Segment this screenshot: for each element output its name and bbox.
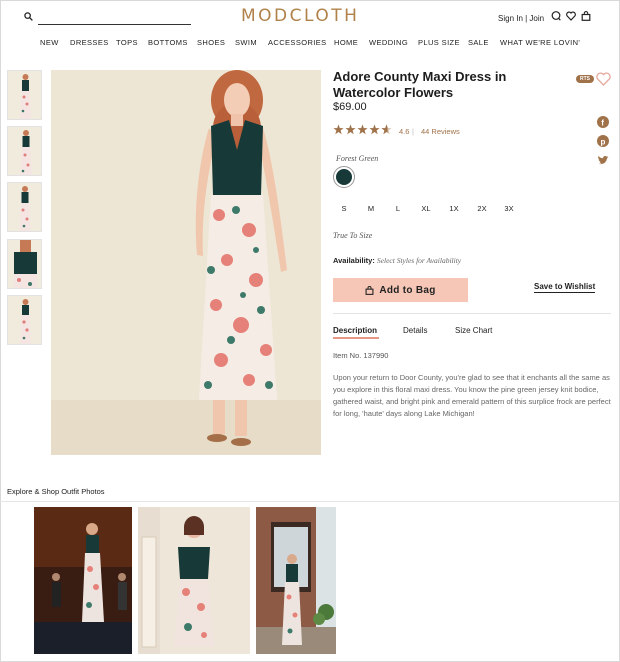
main-nav: NEW DRESSES TOPS BOTTOMS SHOES SWIM ACCE… xyxy=(0,38,620,50)
product-thumbnail[interactable] xyxy=(7,182,42,232)
nav-what-were-lovin[interactable]: WHAT WE'RE LOVIN' xyxy=(500,38,580,47)
product-title: Adore County Maxi Dress in Watercolor Fl… xyxy=(333,69,507,100)
fit-info: True To Size xyxy=(333,231,373,240)
nav-accessories[interactable]: ACCESSORIES xyxy=(268,38,327,47)
product-thumbnail[interactable] xyxy=(7,126,42,176)
size-option-3x[interactable]: 3X xyxy=(497,204,521,213)
chat-icon[interactable] xyxy=(551,11,561,21)
product-price: $69.00 xyxy=(333,101,367,113)
save-to-wishlist-link[interactable]: Save to Wishlist xyxy=(534,282,596,293)
star-icon xyxy=(333,124,344,135)
divider xyxy=(333,313,611,314)
outfit-photo[interactable] xyxy=(138,507,250,654)
add-to-bag-label: Add to Bag xyxy=(379,284,436,296)
rating-separator: | xyxy=(412,127,414,136)
nav-swim[interactable]: SWIM xyxy=(235,38,257,47)
size-option-1x[interactable]: 1X xyxy=(442,204,466,213)
divider xyxy=(0,501,620,502)
product-thumbnail[interactable] xyxy=(7,295,42,345)
search-input[interactable] xyxy=(38,24,191,25)
search-icon xyxy=(24,12,33,21)
nav-dresses[interactable]: DRESSES xyxy=(70,38,109,47)
tab-size-chart[interactable]: Size Chart xyxy=(455,326,492,335)
facebook-icon[interactable]: f xyxy=(597,116,609,128)
nav-tops[interactable]: TOPS xyxy=(116,38,138,47)
star-icon xyxy=(369,124,380,135)
nav-home[interactable]: HOME xyxy=(334,38,358,47)
nav-new[interactable]: NEW xyxy=(40,38,59,47)
nav-wedding[interactable]: WEDDING xyxy=(369,38,408,47)
svg-text:p: p xyxy=(601,138,606,147)
outfit-photo[interactable] xyxy=(256,507,336,654)
nav-shoes[interactable]: SHOES xyxy=(197,38,225,47)
star-icon xyxy=(345,124,356,135)
bag-icon xyxy=(365,285,374,295)
size-option-xl[interactable]: XL xyxy=(414,204,438,213)
size-option-m[interactable]: M xyxy=(359,204,383,213)
product-thumbnail[interactable] xyxy=(7,239,42,289)
product-description: Upon your return to Door County, you're … xyxy=(333,373,611,418)
nav-plus-size[interactable]: PLUS SIZE xyxy=(418,38,460,47)
search-button[interactable] xyxy=(24,12,33,21)
rating-stars[interactable] xyxy=(333,124,392,135)
add-to-bag-button[interactable]: Add to Bag xyxy=(333,278,468,302)
nav-bottoms[interactable]: BOTTOMS xyxy=(148,38,188,47)
outfit-photos-heading: Explore & Shop Outfit Photos xyxy=(7,487,105,496)
pinterest-icon[interactable]: p xyxy=(597,135,609,147)
rts-badge: RTS xyxy=(576,75,594,83)
size-option-l[interactable]: L xyxy=(386,204,410,213)
heart-icon[interactable] xyxy=(566,11,576,21)
product-main-image[interactable] xyxy=(51,70,321,455)
site-logo[interactable]: MODCLOTH xyxy=(241,6,359,26)
nav-sale[interactable]: SALE xyxy=(468,38,489,47)
tab-description[interactable]: Description xyxy=(333,326,377,335)
active-tab-indicator xyxy=(333,337,379,339)
size-option-s[interactable]: S xyxy=(332,204,356,213)
size-option-2x[interactable]: 2X xyxy=(470,204,494,213)
product-thumbnail[interactable] xyxy=(7,70,42,120)
sign-in-join-link[interactable]: Sign In | Join xyxy=(498,14,544,23)
availability-label: Availability: xyxy=(333,256,375,265)
star-icon xyxy=(357,124,368,135)
rating-value: 4.6 xyxy=(399,127,410,136)
reviews-link[interactable]: 44 Reviews xyxy=(421,127,460,136)
tab-details[interactable]: Details xyxy=(403,326,427,335)
svg-text:f: f xyxy=(601,119,604,128)
bag-icon[interactable] xyxy=(581,11,591,21)
selected-color-label: Forest Green xyxy=(336,154,379,163)
availability: Availability: Select Styles for Availabi… xyxy=(333,256,461,265)
outfit-photo[interactable] xyxy=(34,507,132,654)
twitter-icon[interactable] xyxy=(597,155,609,166)
wishlist-heart-icon[interactable] xyxy=(596,72,611,86)
half-star-icon xyxy=(381,124,392,135)
item-number: Item No. 137990 xyxy=(333,351,389,360)
availability-value: Select Styles for Availability xyxy=(376,256,462,265)
color-swatch-forest-green[interactable] xyxy=(333,166,355,188)
